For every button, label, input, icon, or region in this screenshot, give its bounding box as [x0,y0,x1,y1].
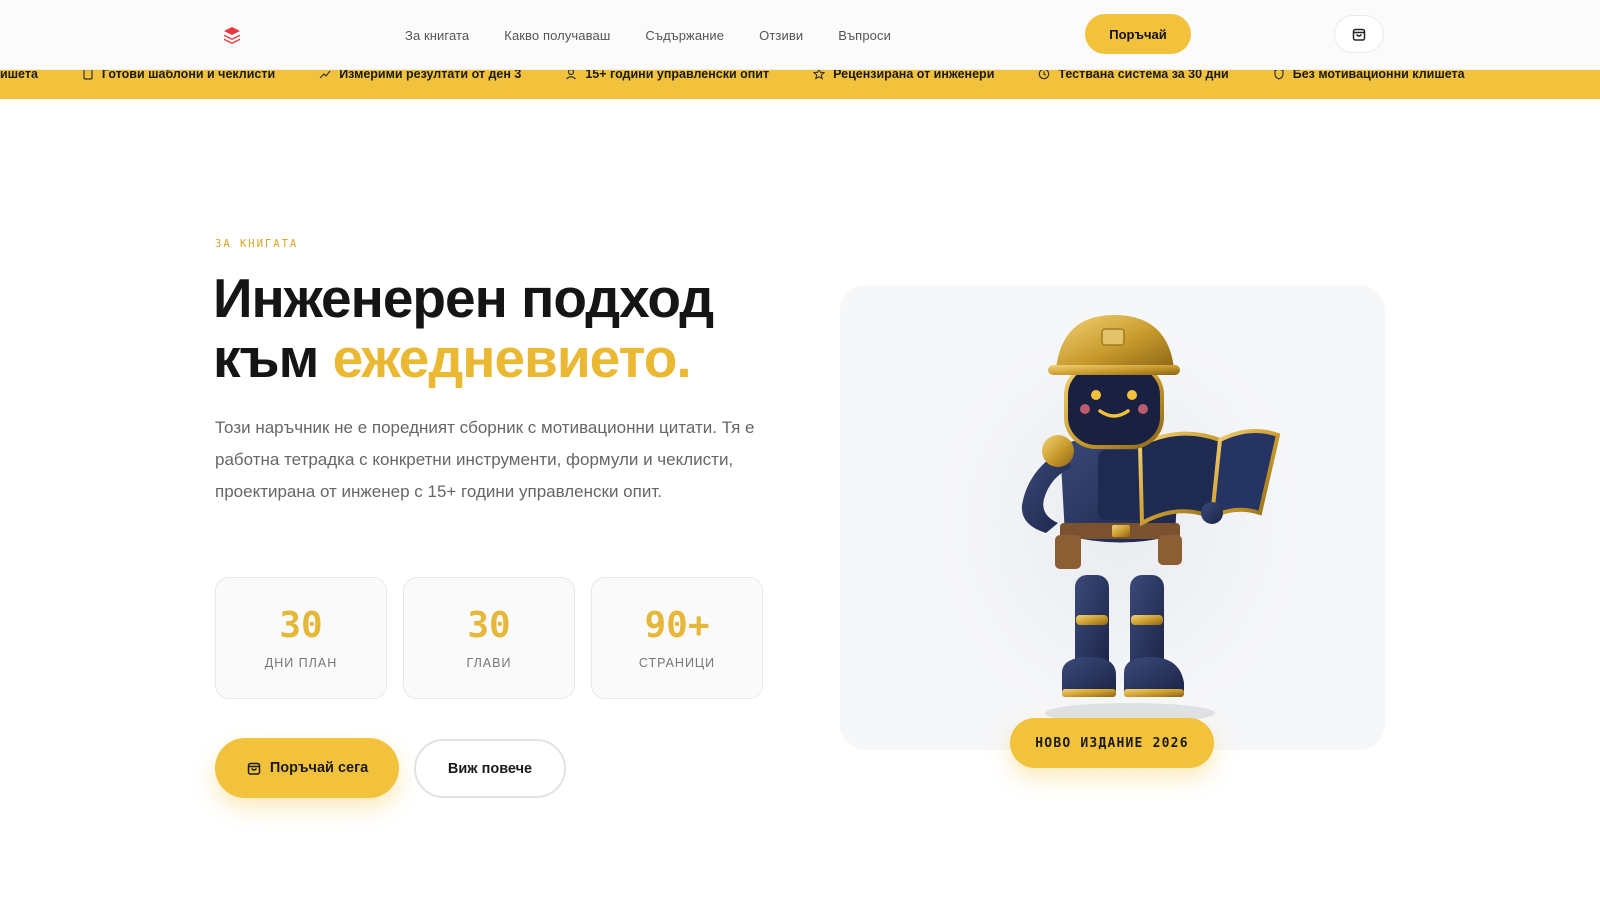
ticker-item: 15+ години управленски опит [565,70,769,81]
nav-link-contents[interactable]: Съдържание [645,28,724,43]
ticker-item: Без мотивационни клишета [1273,70,1465,81]
nav-link-faq[interactable]: Въпроси [838,28,891,43]
stats-row: 30 ДНИ ПЛАН 30 ГЛАВИ 90+ СТРАНИЦИ [215,577,763,699]
main-nav: За книгата Какво получаваш Съдържание От… [405,0,891,70]
clipboard-icon [83,70,93,80]
stat-card-chapters: 30 ГЛАВИ [403,577,575,699]
stat-label: СТРАНИЦИ [638,656,716,670]
stat-card-pages: 90+ СТРАНИЦИ [591,577,763,699]
stat-label: ДНИ ПЛАН [264,656,338,670]
ticker-item-label: Готови шаблони и чеклисти [101,70,276,81]
star-icon [813,70,826,80]
nav-link-about[interactable]: За книгата [405,28,469,43]
trend-icon [319,70,331,79]
stat-card-days: 30 ДНИ ПЛАН [215,577,387,699]
ticker-item-label: Без мотивационни клишета [1292,70,1465,81]
nav-link-benefits[interactable]: Какво получаваш [504,28,610,43]
ticker-item: лишета [0,70,38,81]
ticker-item: Готови шаблони и чеклисти [82,70,275,81]
new-edition-badge: НОВО ИЗДАНИЕ 2026 [1010,718,1214,768]
hero-title-line1: Инженерен подход [213,267,714,329]
ticker-item-label: 15+ години управленски опит [585,70,770,81]
section-eyebrow: ЗА КНИГАТА [215,238,299,250]
ticker-item-label: лишета [0,70,38,81]
ticker-item: Тествана система за 30 дни [1038,70,1229,81]
hero-description: Този наръчник не е поредният сборник с м… [215,418,755,501]
site-header: За книгата Какво получаваш Съдържание От… [0,0,1600,70]
order-now-label: Поръчай сега [269,760,369,776]
clock-icon [1039,70,1050,80]
stat-value: 90+ [644,605,710,646]
header-order-button[interactable]: Поръчай [1085,14,1191,54]
ticker-item: Рецензирана от инженери [813,70,994,81]
hero-title-line2: към [213,327,319,389]
ticker-item: Измерими резултати от ден 3 [319,70,521,81]
order-now-button[interactable]: Поръчай сега [215,738,399,798]
cart-button[interactable] [1334,15,1384,53]
user-icon [566,70,577,80]
stat-value: 30 [467,605,511,646]
nav-link-reviews[interactable]: Отзиви [759,28,803,43]
feature-ticker: лишета Готови шаблони и чеклисти Измерим… [0,70,1600,99]
ticker-item-label: Рецензирана от инженери [833,70,995,81]
ticker-item-label: Измерими резултати от ден 3 [339,70,522,81]
ticker-item-label: Тествана система за 30 дни [1058,70,1229,81]
shield-icon [1274,70,1284,80]
hero-title: Инженерен подход към ежедневието. [213,268,813,388]
logo-icon[interactable] [222,25,242,45]
shopping-bag-icon [247,762,261,775]
shopping-bag-icon [1352,28,1366,41]
see-more-button[interactable]: Виж повече [414,739,566,798]
book-image-card [840,285,1385,750]
hero-title-accent: ежедневието. [332,327,692,389]
stat-value: 30 [279,605,323,646]
stat-label: ГЛАВИ [466,656,512,670]
robot-engineer-illustration [940,315,1300,725]
ticker-track: лишета Готови шаблони и чеклисти Измерим… [0,70,1509,83]
